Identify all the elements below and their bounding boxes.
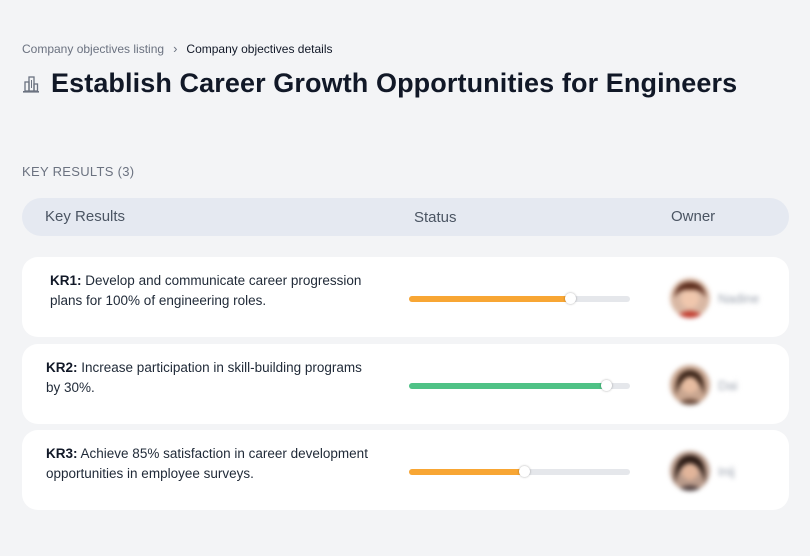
progress-fill bbox=[409, 469, 524, 475]
progress-handle[interactable] bbox=[565, 293, 577, 304]
progress-fill bbox=[409, 383, 606, 389]
owner-name: Inij bbox=[718, 463, 735, 479]
owner-name: Nadine bbox=[718, 290, 760, 306]
page-header: Establish Career Growth Opportunities fo… bbox=[22, 68, 737, 99]
key-results-count-label: KEY RESULTS (3) bbox=[22, 164, 135, 179]
progress-fill bbox=[409, 296, 571, 302]
column-header-owner: Owner bbox=[671, 208, 716, 225]
progress-handle[interactable] bbox=[518, 466, 530, 477]
breadcrumb-link-listing[interactable]: Company objectives listing bbox=[22, 42, 164, 56]
progress-bar[interactable] bbox=[409, 293, 630, 304]
key-result-description: Increase participation in skill-building… bbox=[46, 360, 362, 395]
table-header: Key Results Status Owner bbox=[22, 198, 789, 236]
key-result-description: Achieve 85% satisfaction in career devel… bbox=[46, 446, 368, 481]
column-header-status: Status bbox=[414, 209, 457, 226]
owner[interactable]: Nadine bbox=[670, 278, 759, 318]
breadcrumb-current: Company objectives details bbox=[186, 41, 333, 56]
avatar bbox=[670, 451, 710, 491]
key-result-description: Develop and communicate career progressi… bbox=[50, 273, 362, 308]
avatar bbox=[670, 278, 710, 318]
key-result-id: KR3: bbox=[46, 446, 78, 461]
key-result-row[interactable]: KR2: Increase participation in skill-bui… bbox=[22, 344, 789, 424]
progress-handle[interactable] bbox=[600, 380, 612, 391]
key-result-text: KR1: Develop and communicate career prog… bbox=[50, 271, 380, 311]
building-icon bbox=[23, 75, 39, 93]
owner[interactable]: Dai bbox=[670, 365, 738, 405]
key-result-row[interactable]: KR1: Develop and communicate career prog… bbox=[22, 257, 789, 337]
column-header-key-results: Key Results bbox=[45, 208, 126, 225]
key-result-id: KR2: bbox=[46, 360, 78, 375]
owner-name: Dai bbox=[718, 377, 738, 393]
avatar bbox=[670, 365, 710, 405]
breadcrumb: Company objectives listing › Company obj… bbox=[22, 41, 333, 56]
key-result-text: KR3: Achieve 85% satisfaction in career … bbox=[46, 444, 376, 484]
progress-bar[interactable] bbox=[409, 380, 630, 391]
progress-bar[interactable] bbox=[409, 466, 630, 477]
key-result-text: KR2: Increase participation in skill-bui… bbox=[46, 358, 376, 398]
key-result-row[interactable]: KR3: Achieve 85% satisfaction in career … bbox=[22, 430, 789, 510]
owner[interactable]: Inij bbox=[670, 451, 735, 491]
breadcrumb-separator: › bbox=[173, 41, 178, 56]
key-result-id: KR1: bbox=[50, 273, 82, 288]
page-title: Establish Career Growth Opportunities fo… bbox=[51, 68, 738, 98]
